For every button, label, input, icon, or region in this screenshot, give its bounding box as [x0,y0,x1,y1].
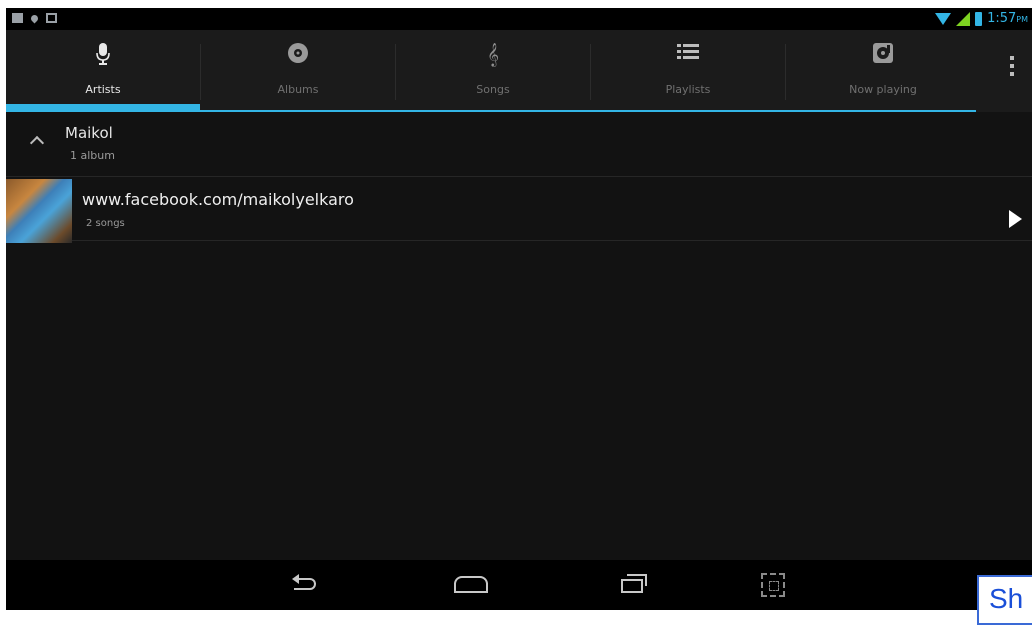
artist-name: Maikol [65,124,113,142]
system-status: 1:57PM [935,11,1028,26]
tab-playlists[interactable]: Playlists [591,30,785,110]
album-disc-icon [201,42,395,66]
tab-albums[interactable]: Albums [201,30,395,110]
signal-icon [956,11,971,26]
recent-apps-button[interactable] [621,574,649,596]
home-button[interactable] [454,576,488,594]
microphone-icon [6,42,200,66]
album-art-thumbnail [6,179,72,243]
tab-label: Songs [476,83,510,96]
album-song-count: 2 songs [86,218,125,229]
now-playing-icon [786,42,980,66]
overflow-dot [1010,64,1014,68]
tab-label: Playlists [665,83,711,96]
play-icon[interactable] [1009,210,1022,228]
list-icon [591,42,785,66]
tab-bar: Artists Albums 𝄞 Songs Playlists Now pla [6,30,1032,112]
system-nav-bar [6,560,1032,610]
gallery-notification-icon [12,13,23,23]
overflow-dot [1010,56,1014,60]
device-screen: 1:57PM Artists Albums 𝄞 Songs Playlists … [6,8,1032,610]
collapse-chevron-icon[interactable] [29,135,45,151]
screenshot-notification-icon [46,13,57,23]
tab-artists[interactable]: Artists [6,30,200,110]
artist-group-header[interactable]: Maikol 1 album [6,112,1032,177]
active-tab-indicator [6,104,200,111]
artist-list: Maikol 1 album www.facebook.com/maikolye… [6,112,1032,560]
recent-apps-icon-front [621,579,643,593]
home-icon-base [454,583,488,593]
clock-time: 1:57 [987,11,1017,26]
tab-label: Artists [85,83,121,96]
overflow-dot [1010,72,1014,76]
status-bar: 1:57PM [6,8,1032,30]
album-title: www.facebook.com/maikolyelkaro [82,190,354,209]
album-row[interactable]: www.facebook.com/maikolyelkaro 2 songs [6,177,1032,243]
tab-label: Now playing [849,83,917,96]
screenshot-icon [769,581,779,591]
tab-songs[interactable]: 𝄞 Songs [396,30,590,110]
screenshot-button[interactable] [761,573,785,597]
overflow-menu-button[interactable] [1000,52,1024,92]
tab-now-playing[interactable]: Now playing [786,30,980,110]
artist-album-count: 1 album [70,149,115,162]
back-button[interactable] [292,574,322,593]
location-notification-icon [29,13,40,23]
notification-icons [12,13,57,23]
battery-icon [975,11,983,26]
music-note-icon: 𝄞 [487,42,499,66]
tab-label: Albums [277,83,319,96]
share-button[interactable]: Sh [977,575,1032,625]
clock-ampm: PM [1016,15,1028,24]
back-arrow-tip [292,574,299,584]
wifi-icon [935,12,952,25]
status-clock: 1:57PM [987,11,1028,26]
